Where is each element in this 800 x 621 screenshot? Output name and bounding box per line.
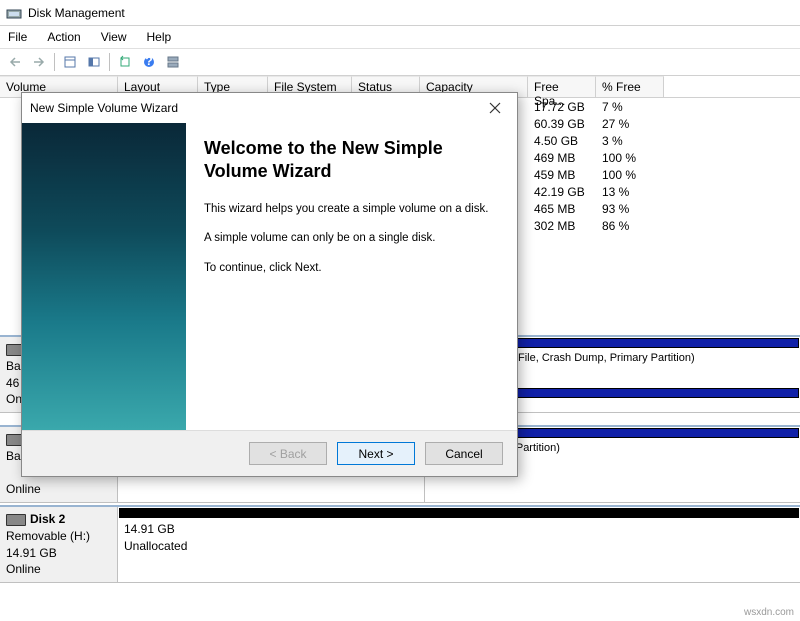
nav-back-button[interactable] (4, 51, 26, 73)
watermark: wsxdn.com (744, 607, 794, 618)
wizard-buttons: < Back Next > Cancel (22, 430, 517, 476)
toolbar: ? (0, 48, 800, 76)
disk2-label: Disk 2 Removable (H:) 14.91 GB Online (0, 507, 118, 582)
menu-help[interactable]: Help (143, 28, 176, 46)
toolbar-btn-1[interactable] (59, 51, 81, 73)
menu-bar: File Action View Help (0, 26, 800, 48)
disk-panel-2: Disk 2 Removable (H:) 14.91 GB Online 14… (0, 505, 800, 583)
close-icon (489, 102, 501, 114)
wizard-text-2: A simple volume can only be on a single … (204, 231, 499, 247)
wizard-title: New Simple Volume Wizard (30, 101, 481, 115)
toolbar-btn-2[interactable] (83, 51, 105, 73)
wizard-title-bar: New Simple Volume Wizard (22, 93, 517, 123)
menu-view[interactable]: View (97, 28, 131, 46)
wizard-content: Welcome to the New Simple Volume Wizard … (186, 123, 517, 430)
close-button[interactable] (481, 98, 509, 118)
back-button: < Back (249, 442, 327, 465)
wizard-banner (22, 123, 186, 430)
wizard-heading: Welcome to the New Simple Volume Wizard (204, 137, 499, 184)
toolbar-separator (109, 53, 110, 71)
new-simple-volume-wizard: New Simple Volume Wizard Welcome to the … (21, 92, 518, 477)
col-pct-free[interactable]: % Free (596, 76, 664, 97)
toolbar-separator (54, 53, 55, 71)
disk-icon (6, 514, 26, 526)
wizard-text-1: This wizard helps you create a simple vo… (204, 202, 499, 218)
app-icon (6, 5, 22, 21)
nav-forward-button[interactable] (28, 51, 50, 73)
toolbar-help-button[interactable]: ? (138, 51, 160, 73)
window-title-bar: Disk Management (0, 0, 800, 26)
refresh-button[interactable] (114, 51, 136, 73)
col-free-space[interactable]: Free Spa... (528, 76, 596, 97)
svg-text:?: ? (145, 55, 152, 68)
disk2-graph[interactable]: 14.91 GB Unallocated (118, 507, 800, 582)
toolbar-btn-5[interactable] (162, 51, 184, 73)
next-button[interactable]: Next > (337, 442, 415, 465)
menu-file[interactable]: File (4, 28, 31, 46)
disk2-vol-info: 14.91 GB Unallocated (118, 519, 800, 557)
cancel-button[interactable]: Cancel (425, 442, 503, 465)
window-title: Disk Management (28, 6, 125, 20)
menu-action[interactable]: Action (43, 28, 84, 46)
unallocated-bar (119, 508, 799, 518)
wizard-text-3: To continue, click Next. (204, 261, 499, 277)
